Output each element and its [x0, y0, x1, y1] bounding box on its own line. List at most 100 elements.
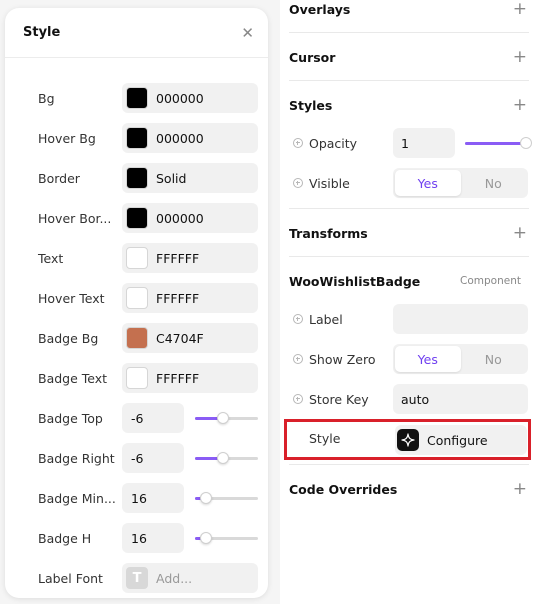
style-row: Bg 000000 — [5, 83, 268, 113]
slider-fill — [465, 142, 527, 145]
value-slider[interactable] — [195, 531, 258, 545]
show-zero-label: Show Zero — [309, 351, 376, 367]
style-panel-header: Style ✕ — [5, 8, 268, 58]
label-row: Label — [293, 304, 529, 334]
color-swatch[interactable] — [126, 287, 148, 309]
show-zero-yes-option[interactable]: Yes — [395, 346, 461, 372]
style-row-label: Hover Bor... — [38, 210, 112, 226]
font-field[interactable]: T Add... — [122, 563, 258, 593]
style-row-label: Label Font — [38, 570, 103, 586]
color-field[interactable]: 000000 — [122, 83, 258, 113]
number-input[interactable]: -6 — [122, 443, 184, 473]
color-swatch[interactable] — [126, 207, 148, 229]
color-field[interactable]: Solid — [122, 163, 258, 193]
style-row-label: Badge Text — [38, 370, 108, 386]
visible-yes-option[interactable]: Yes — [395, 170, 461, 196]
color-swatch[interactable] — [126, 127, 148, 149]
component-tag: Component — [460, 275, 521, 287]
section-cursor[interactable]: Cursor + — [289, 45, 529, 69]
number-input[interactable]: -6 — [122, 403, 184, 433]
label-input[interactable] — [393, 304, 528, 334]
style-row: Badge Right -6 — [5, 443, 268, 473]
style-row: Badge Bg C4704F — [5, 323, 268, 353]
style-row-label: Badge Top — [38, 410, 103, 426]
style-panel-title: Style — [23, 25, 61, 40]
visible-row: Visible Yes No — [293, 168, 529, 198]
color-swatch[interactable] — [126, 327, 148, 349]
color-swatch[interactable] — [126, 367, 148, 389]
store-key-row: Store Key auto — [293, 384, 529, 414]
opacity-input[interactable]: 1 — [393, 128, 455, 158]
show-zero-no-option[interactable]: No — [461, 346, 527, 372]
style-row: Hover Text FFFFFF — [5, 283, 268, 313]
slider-knob[interactable] — [200, 492, 213, 504]
visible-no-option[interactable]: No — [461, 170, 527, 196]
value-slider[interactable] — [195, 451, 258, 465]
color-field[interactable]: FFFFFF — [122, 363, 258, 393]
visible-label: Visible — [309, 175, 350, 191]
section-overlays[interactable]: Overlays + — [289, 0, 529, 21]
add-circle-icon[interactable] — [293, 178, 303, 188]
color-value: 000000 — [156, 130, 204, 146]
section-transforms[interactable]: Transforms + — [289, 221, 529, 245]
section-title: Cursor — [289, 49, 336, 65]
section-styles[interactable]: Styles + — [289, 93, 529, 117]
section-title: Overlays — [289, 1, 351, 17]
divider — [289, 80, 529, 81]
plus-icon[interactable]: + — [513, 0, 527, 18]
plus-icon[interactable]: + — [513, 224, 527, 242]
section-component: WooWishlistBadge Component — [289, 269, 529, 293]
style-row-label: Bg — [38, 90, 55, 106]
add-circle-icon[interactable] — [293, 314, 303, 324]
store-key-input[interactable]: auto — [393, 384, 528, 414]
store-key-label: Store Key — [309, 391, 369, 407]
divider — [289, 256, 529, 257]
number-input[interactable]: 16 — [122, 483, 184, 513]
slider-knob[interactable] — [520, 137, 532, 149]
text-font-icon: T — [126, 567, 148, 589]
style-row: Border Solid — [5, 163, 268, 193]
color-field[interactable]: FFFFFF — [122, 243, 258, 273]
style-row: Label Font T Add... — [5, 563, 268, 593]
style-row-label: Text — [38, 250, 64, 266]
style-row-label: Badge Right — [38, 450, 115, 466]
divider — [289, 208, 529, 209]
highlight-box — [284, 419, 531, 460]
style-row-label: Badge Bg — [38, 330, 99, 346]
section-code-overrides[interactable]: Code Overrides + — [289, 477, 529, 501]
opacity-row: Opacity 1 — [293, 128, 532, 158]
color-value: 000000 — [156, 210, 204, 226]
add-circle-icon[interactable] — [293, 354, 303, 364]
color-value: FFFFFF — [156, 290, 200, 306]
color-field[interactable]: 000000 — [122, 203, 258, 233]
color-swatch[interactable] — [126, 87, 148, 109]
font-placeholder: Add... — [156, 570, 193, 586]
plus-icon[interactable]: + — [513, 96, 527, 114]
label-label: Label — [309, 311, 343, 327]
color-field[interactable]: FFFFFF — [122, 283, 258, 313]
close-icon[interactable]: ✕ — [241, 24, 254, 42]
plus-icon[interactable]: + — [513, 480, 527, 498]
add-circle-icon[interactable] — [293, 394, 303, 404]
add-circle-icon[interactable] — [293, 138, 303, 148]
color-swatch[interactable] — [126, 247, 148, 269]
color-field[interactable]: 000000 — [122, 123, 258, 153]
color-value: FFFFFF — [156, 250, 200, 266]
opacity-slider[interactable] — [465, 136, 532, 150]
section-title: Code Overrides — [289, 481, 398, 497]
slider-knob[interactable] — [200, 532, 213, 544]
number-input[interactable]: 16 — [122, 523, 184, 553]
color-value: Solid — [156, 170, 187, 186]
value-slider[interactable] — [195, 491, 258, 505]
color-swatch[interactable] — [126, 167, 148, 189]
color-field[interactable]: C4704F — [122, 323, 258, 353]
properties-panel: Overlays + Cursor + Styles + Opacity 1 V… — [280, 0, 533, 604]
slider-knob[interactable] — [217, 412, 230, 424]
plus-icon[interactable]: + — [513, 48, 527, 66]
style-row: Hover Bg 000000 — [5, 123, 268, 153]
value-slider[interactable] — [195, 411, 258, 425]
slider-knob[interactable] — [217, 452, 230, 464]
style-row: Badge H 16 — [5, 523, 268, 553]
style-row-label: Badge Min... — [38, 490, 116, 506]
show-zero-toggle: Yes No — [393, 344, 528, 374]
